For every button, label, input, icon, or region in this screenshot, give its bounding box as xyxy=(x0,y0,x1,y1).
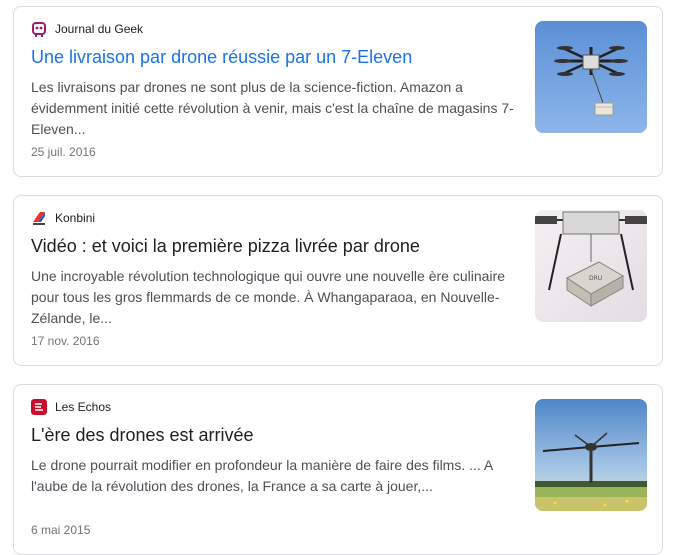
news-card[interactable]: Konbini Vidéo : et voici la première piz… xyxy=(13,195,663,366)
article-snippet: Une incroyable révolution technologique … xyxy=(31,268,505,326)
drone-field-thumbnail[interactable] xyxy=(535,399,647,511)
news-source: Konbini xyxy=(31,209,95,227)
news-source: Les Echos xyxy=(31,398,111,416)
article-title-link[interactable]: Vidéo : et voici la première pizza livré… xyxy=(31,234,511,258)
article-title-link[interactable]: Une livraison par drone réussie par un 7… xyxy=(31,45,511,69)
drone-pizza-thumbnail[interactable]: DRU xyxy=(535,210,647,322)
konbini-logo-icon xyxy=(31,210,47,226)
article-date: 25 juil. 2016 xyxy=(31,145,96,159)
news-card[interactable]: Les Echos L'ère des drones est arrivée L… xyxy=(13,384,663,555)
article-date: 17 nov. 2016 xyxy=(31,334,100,348)
source-name: Journal du Geek xyxy=(55,22,144,36)
news-source: Journal du Geek xyxy=(31,20,143,38)
journal-du-geek-logo-icon xyxy=(31,21,47,37)
article-snippet: Le drone pourrait modifier en profondeur… xyxy=(31,457,493,494)
article-snippet: Les livraisons par drones ne sont plus d… xyxy=(31,79,514,137)
svg-text:DRU: DRU xyxy=(589,275,602,282)
drone-package-thumbnail[interactable] xyxy=(535,21,647,133)
les-echos-logo-icon xyxy=(31,399,47,415)
news-card[interactable]: Journal du Geek Une livraison par drone … xyxy=(13,6,663,177)
article-title-link[interactable]: L'ère des drones est arrivée xyxy=(31,423,511,447)
source-name: Konbini xyxy=(55,211,96,225)
source-name: Les Echos xyxy=(55,400,112,414)
article-date: 6 mai 2015 xyxy=(31,523,91,537)
